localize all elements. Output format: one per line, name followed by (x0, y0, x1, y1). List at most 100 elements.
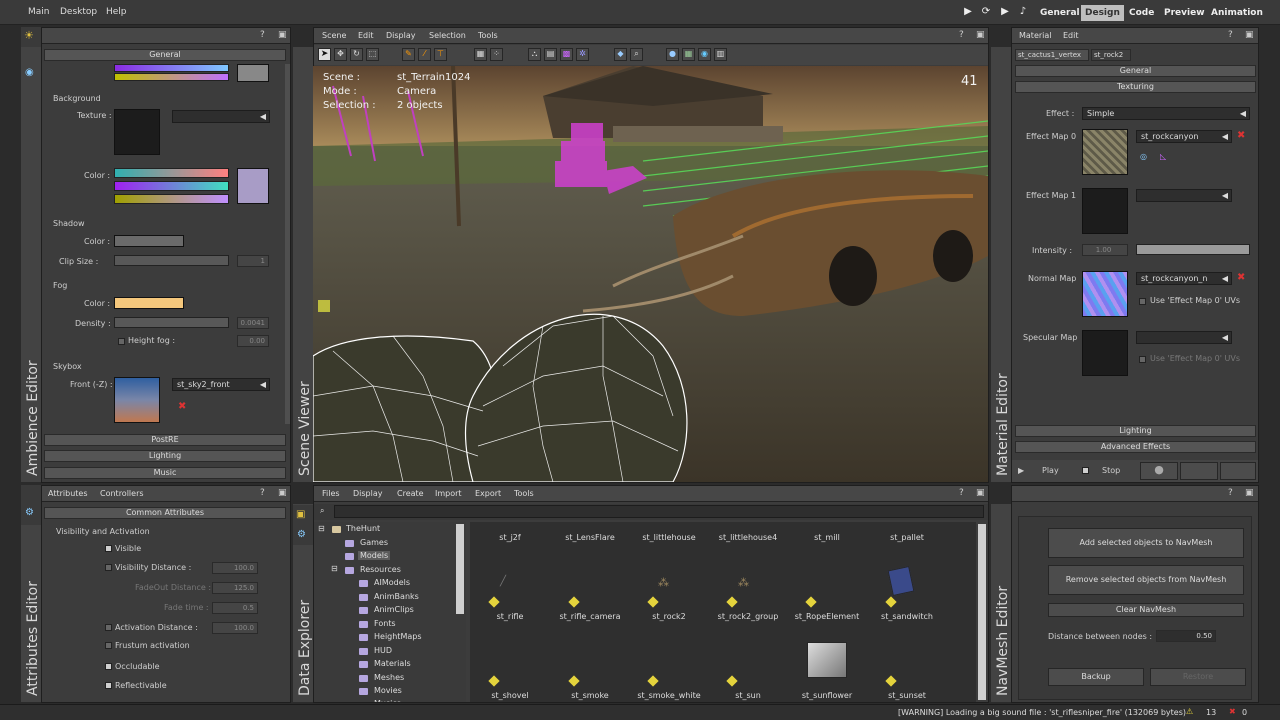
backup-button[interactable]: Backup (1048, 668, 1144, 686)
gradient-bar[interactable] (114, 73, 229, 81)
maximize-icon[interactable]: ▣ (976, 488, 985, 498)
gradient-bar[interactable] (114, 194, 229, 204)
clear-icon[interactable]: ✖ (178, 401, 186, 412)
tree-item-movies[interactable]: Movies (374, 686, 402, 695)
menu-material-edit[interactable]: Edit (1063, 31, 1079, 40)
add-to-navmesh-button[interactable]: Add selected objects to NavMesh (1048, 528, 1244, 558)
tree-item-meshes[interactable]: Meshes (374, 673, 404, 682)
maximize-icon[interactable]: ▣ (1245, 488, 1254, 498)
settings-icon[interactable]: ✲ (576, 48, 589, 61)
occludable-checkbox[interactable] (105, 663, 112, 670)
cube-icon[interactable]: ◆ (614, 48, 627, 61)
tree-expand-icon[interactable]: ⊟ (318, 524, 325, 533)
reflectivable-checkbox[interactable] (105, 682, 112, 689)
scene-viewer-tab[interactable]: Scene Viewer (293, 47, 313, 482)
stop-icon[interactable] (1082, 467, 1089, 474)
mode-design[interactable]: Design (1081, 5, 1124, 21)
maximize-icon[interactable]: ▣ (1245, 30, 1254, 40)
menu-scene[interactable]: Scene (322, 31, 346, 40)
mode-animation[interactable]: Animation (1207, 5, 1267, 21)
mode-general[interactable]: General (1036, 5, 1084, 21)
menu-import[interactable]: Import (435, 489, 462, 498)
texture-view-icon[interactable]: ▩ (560, 48, 573, 61)
help-icon[interactable]: ? (959, 488, 964, 498)
terrain-tool-icon[interactable]: ⊤ (434, 48, 447, 61)
density-value[interactable]: 0.0041 (237, 317, 269, 329)
tab-attributes[interactable]: Attributes (48, 489, 88, 498)
brush-tool-icon[interactable]: ⁄ (418, 48, 431, 61)
uv-icon[interactable]: ◺ (1160, 152, 1166, 161)
mode-preview[interactable]: Preview (1160, 5, 1209, 21)
search-icon[interactable]: ⌕ (320, 506, 324, 516)
rotate-tool-icon[interactable]: ↻ (350, 48, 363, 61)
asset-scrollbar[interactable] (978, 524, 986, 700)
menu-edit[interactable]: Edit (358, 31, 374, 40)
shadow-color-swatch[interactable] (114, 235, 184, 247)
scene-viewport[interactable]: Scene : st_Terrain1024 Mode : Camera Sel… (313, 66, 988, 482)
search-input[interactable] (334, 505, 984, 518)
effect-dropdown[interactable]: Simple ◀ (1082, 107, 1250, 120)
act-dist-checkbox[interactable] (105, 624, 112, 631)
skybox-thumbnail[interactable] (114, 377, 160, 423)
help-icon[interactable]: ? (1228, 30, 1233, 40)
tree-item-musics[interactable]: Musics (374, 699, 401, 702)
play-icon[interactable]: ▶ (962, 6, 974, 18)
distance-value[interactable]: 0.50 (1156, 630, 1216, 642)
menu-files[interactable]: Files (322, 489, 340, 498)
refresh-icon[interactable]: ⟳ (980, 6, 992, 18)
texture-dropdown[interactable]: ◀ (172, 110, 270, 123)
grid-icon[interactable]: ▦ (474, 48, 487, 61)
menu-display[interactable]: Display (386, 31, 416, 40)
globe-icon[interactable]: ◉ (698, 48, 711, 61)
help-icon[interactable]: ? (1228, 488, 1233, 498)
tab-controllers[interactable]: Controllers (100, 489, 144, 498)
clip-size-slider[interactable] (114, 255, 229, 266)
gradient-bar[interactable] (114, 181, 229, 191)
frustum-checkbox[interactable] (105, 642, 112, 649)
resource-icon[interactable]: ⚙ (297, 529, 306, 540)
asset-st-rock2[interactable]: st_rock2 (629, 612, 709, 621)
maximize-icon[interactable]: ▣ (976, 30, 985, 40)
normal-use-uvs-checkbox[interactable] (1139, 298, 1146, 305)
postre-header[interactable]: PostRE (44, 434, 286, 446)
menu-selection[interactable]: Selection (429, 31, 466, 40)
navmesh-editor-tab[interactable]: NavMesh Editor (991, 504, 1011, 702)
fadeout-value[interactable]: 125.0 (212, 582, 258, 594)
inspect-icon[interactable]: ◎ (1140, 152, 1147, 161)
camera-icon[interactable]: ⌕ (630, 48, 643, 61)
plane-preview-icon[interactable] (1220, 462, 1256, 480)
asset-st-mill[interactable]: st_mill (787, 533, 867, 542)
asset-st-sun[interactable]: st_sun (708, 691, 788, 700)
fadetime-value[interactable]: 0.5 (212, 602, 258, 614)
material-editor-tab[interactable]: Material Editor (991, 47, 1011, 482)
visible-checkbox[interactable] (105, 545, 112, 552)
asset-st-sandwitch[interactable]: st_sandwitch (867, 612, 947, 621)
tab-st-rock2[interactable]: st_rock2 (1091, 49, 1131, 61)
specular-map-thumbnail[interactable] (1082, 330, 1128, 376)
help-icon[interactable]: ? (260, 488, 265, 498)
step-icon[interactable]: ▶ (999, 6, 1011, 18)
act-dist-value[interactable]: 100.0 (212, 622, 258, 634)
asset-st-rifle-camera[interactable]: st_rifle_camera (550, 612, 630, 621)
sphere-icon[interactable]: ● (666, 48, 679, 61)
help-icon[interactable]: ? (959, 30, 964, 40)
sun-icon[interactable]: ☀ (24, 29, 34, 42)
music-header[interactable]: Music (44, 467, 286, 479)
vis-dist-checkbox[interactable] (105, 564, 112, 571)
scale-tool-icon[interactable]: ⬚ (366, 48, 379, 61)
asset-st-j2f[interactable]: st_j2f (470, 533, 550, 542)
menu-tools[interactable]: Tools (478, 31, 498, 40)
error-count-icon[interactable]: ✖ (1229, 707, 1236, 716)
asset-st-sunset[interactable]: st_sunset (867, 691, 947, 700)
asset-st-shovel[interactable]: st_shovel (470, 691, 550, 700)
maximize-icon[interactable]: ▣ (278, 30, 287, 40)
mode-code[interactable]: Code (1125, 5, 1158, 21)
restore-button[interactable]: Restore (1150, 668, 1246, 686)
tab-st-cactus1-vertex[interactable]: st_cactus1_vertex (1015, 49, 1089, 61)
attributes-icon[interactable]: ⚙ (25, 507, 34, 518)
warning-count-icon[interactable]: ⚠ (1186, 707, 1193, 716)
tree-item-animbanks[interactable]: AnimBanks (374, 592, 419, 601)
tree-item-aimodels[interactable]: AIModels (374, 578, 410, 587)
fog-color-swatch[interactable] (114, 297, 184, 309)
texture-thumbnail[interactable] (114, 109, 160, 155)
